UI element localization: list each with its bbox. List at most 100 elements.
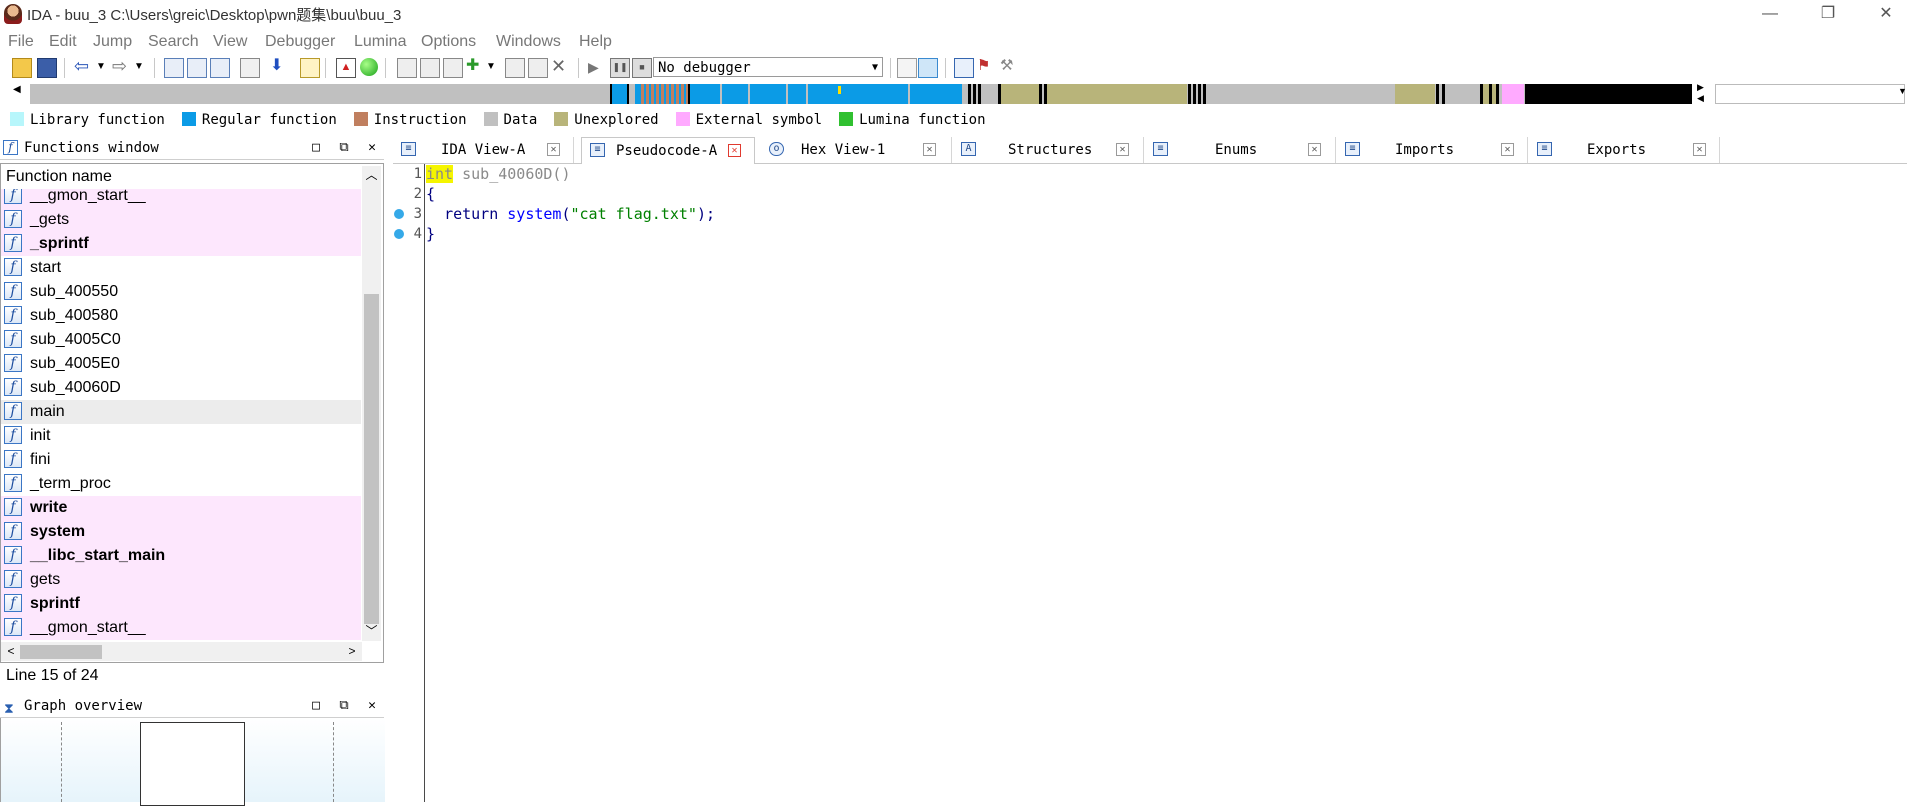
open-icon[interactable] xyxy=(12,58,32,78)
scroll-left-icon[interactable]: < xyxy=(3,642,19,661)
code-line-2[interactable]: { xyxy=(426,185,435,203)
horizontal-scrollbar-thumb[interactable] xyxy=(20,645,102,659)
close-tab-icon[interactable]: ✕ xyxy=(923,143,936,156)
scroll-down-icon[interactable]: ﹀ xyxy=(362,622,381,640)
function-row[interactable]: f gets xyxy=(1,568,361,592)
function-row[interactable]: f _gets xyxy=(1,208,361,232)
close-pane-button[interactable]: ✕ xyxy=(361,137,383,159)
function-row[interactable]: f sub_4005C0 xyxy=(1,328,361,352)
breakpoint-icon[interactable]: ⚑ xyxy=(977,58,995,76)
delete-icon[interactable]: ✕ xyxy=(551,57,569,76)
graph-overview-viewport[interactable] xyxy=(140,722,245,806)
create-function-icon[interactable] xyxy=(397,58,417,78)
menu-options[interactable]: Options xyxy=(421,30,476,54)
menu-jump[interactable]: Jump xyxy=(93,30,132,54)
plugin-icon[interactable] xyxy=(505,58,525,78)
menu-help[interactable]: Help xyxy=(579,30,612,54)
nav-options-box[interactable] xyxy=(1715,84,1905,104)
close-tab-icon[interactable]: ✕ xyxy=(547,143,560,156)
tab-ida-view-a[interactable]: ≡ IDA View-A ✕ xyxy=(393,137,574,163)
restore-button[interactable]: ❐ xyxy=(1805,0,1851,28)
close-tab-icon[interactable]: ✕ xyxy=(1693,143,1706,156)
close-tab-icon[interactable]: ✕ xyxy=(1308,143,1321,156)
function-row[interactable]: f __gmon_start__ xyxy=(1,189,361,208)
close-button[interactable]: ✕ xyxy=(1863,0,1907,28)
search-next-icon[interactable] xyxy=(240,58,260,78)
function-row[interactable]: f _sprintf xyxy=(1,232,361,256)
step-icon[interactable] xyxy=(918,58,938,78)
breakpoint-dot-icon[interactable] xyxy=(394,209,404,219)
function-row[interactable]: f sub_4005E0 xyxy=(1,352,361,376)
green-circle-icon[interactable] xyxy=(360,58,378,76)
menu-file[interactable]: File xyxy=(8,30,34,54)
nav-right-arrow-icon[interactable]: ▶ ◀ xyxy=(1697,82,1704,104)
dock-pane-button[interactable]: ⧉ xyxy=(333,137,355,159)
nav-left-arrow-icon[interactable]: ◀ xyxy=(13,84,21,95)
menu-debugger[interactable]: Debugger xyxy=(265,30,335,54)
function-row[interactable]: f sprintf xyxy=(1,592,361,616)
dock-pane-button[interactable]: ⧉ xyxy=(333,695,355,717)
close-tab-icon[interactable]: ✕ xyxy=(728,144,741,157)
column-header-function-name[interactable]: Function name xyxy=(6,168,112,186)
tab-structures[interactable]: A Structures ✕ xyxy=(953,137,1144,163)
function-row[interactable]: f sub_400550 xyxy=(1,280,361,304)
tab-exports[interactable]: ≡ Exports ✕ xyxy=(1529,137,1720,163)
scroll-up-icon[interactable]: ︿ xyxy=(362,166,381,184)
code-line-1[interactable]: int sub_40060D() xyxy=(426,165,571,183)
function-row[interactable]: f sub_400580 xyxy=(1,304,361,328)
function-row[interactable]: f __libc_start_main xyxy=(1,544,361,568)
save-icon[interactable] xyxy=(37,58,57,78)
tab-pseudocode-a[interactable]: ≡ Pseudocode-A ✕ xyxy=(581,137,755,165)
function-row[interactable]: f write xyxy=(1,496,361,520)
pause-icon[interactable]: ❚❚ xyxy=(610,58,630,78)
minimize-button[interactable]: — xyxy=(1747,0,1793,28)
scroll-right-icon[interactable]: > xyxy=(344,642,360,661)
add-dropdown-icon[interactable]: ▼ xyxy=(486,58,504,76)
alert-icon[interactable]: ▲ xyxy=(336,58,356,78)
tab-hex-view-1[interactable]: o Hex View-1 ✕ xyxy=(761,137,952,163)
play-icon[interactable]: ▶ xyxy=(588,58,606,76)
edit-function-icon[interactable] xyxy=(420,58,440,78)
stop-icon[interactable]: ■ xyxy=(632,58,652,78)
debugger-select[interactable]: No debugger ▼ xyxy=(653,57,883,77)
breakpoint-dot-icon[interactable] xyxy=(394,229,404,239)
navigation-strip[interactable] xyxy=(30,84,1692,104)
menu-search[interactable]: Search xyxy=(148,30,199,54)
chevron-down-icon[interactable]: ▼ xyxy=(1898,86,1907,96)
pseudocode-view[interactable] xyxy=(393,164,1907,802)
float-pane-button[interactable]: □ xyxy=(305,137,327,159)
function-row[interactable]: f start xyxy=(1,256,361,280)
code-line-4[interactable]: } xyxy=(426,225,435,243)
function-row[interactable]: f system xyxy=(1,520,361,544)
float-pane-button[interactable]: □ xyxy=(305,695,327,717)
menu-view[interactable]: View xyxy=(213,30,247,54)
vertical-scrollbar-thumb[interactable] xyxy=(364,294,379,624)
function-row[interactable]: f init xyxy=(1,424,361,448)
jump-down-icon[interactable]: ⬇ xyxy=(270,58,288,76)
trace-icon[interactable] xyxy=(897,58,917,78)
add-icon[interactable]: ✚ xyxy=(466,58,484,76)
search-binary-icon[interactable] xyxy=(187,58,207,78)
function-row[interactable]: f __gmon_start__ xyxy=(1,616,361,640)
function-row[interactable]: f fini xyxy=(1,448,361,472)
function-row[interactable]: f main xyxy=(1,400,361,424)
menu-edit[interactable]: Edit xyxy=(49,30,77,54)
tools-icon[interactable]: ⚒ xyxy=(1000,58,1018,76)
function-row[interactable]: f sub_40060D xyxy=(1,376,361,400)
close-tab-icon[interactable]: ✕ xyxy=(1116,143,1129,156)
menu-lumina[interactable]: Lumina xyxy=(354,30,406,54)
forward-arrow-icon[interactable]: ⇨ xyxy=(112,57,130,76)
tab-imports[interactable]: ≡ Imports ✕ xyxy=(1337,137,1528,163)
search-immediate-icon[interactable] xyxy=(210,58,230,78)
struct-view-icon[interactable] xyxy=(954,58,974,78)
close-tab-icon[interactable]: ✕ xyxy=(1501,143,1514,156)
add-struct-icon[interactable] xyxy=(443,58,463,78)
function-row[interactable]: f _term_proc xyxy=(1,472,361,496)
rename-icon[interactable] xyxy=(528,58,548,78)
forward-dropdown-icon[interactable]: ▼ xyxy=(134,58,152,76)
find-xref-icon[interactable] xyxy=(300,58,320,78)
search-text-icon[interactable] xyxy=(164,58,184,78)
functions-list[interactable]: f __gmon_start__ f _gets f _sprintf f start f sub… xyxy=(1,189,361,641)
code-line-3[interactable]: return system("cat flag.txt"); xyxy=(426,205,715,223)
close-pane-button[interactable]: ✕ xyxy=(361,695,383,717)
